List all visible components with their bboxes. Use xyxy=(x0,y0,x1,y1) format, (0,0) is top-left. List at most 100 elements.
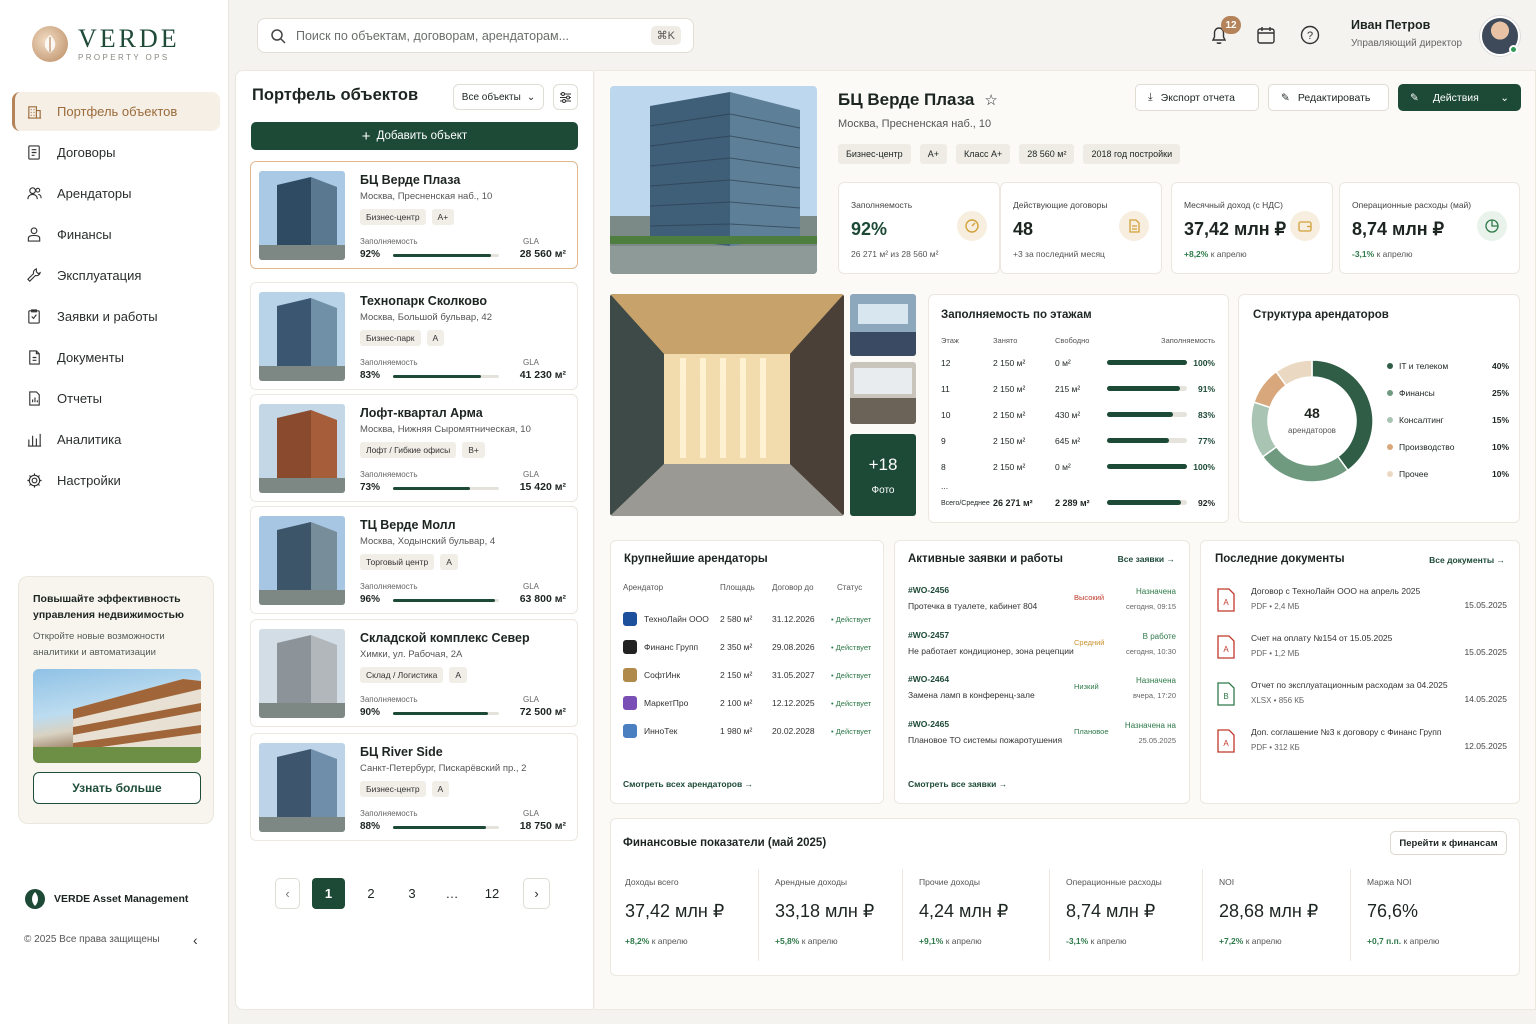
order-id[interactable]: #WO-2456 xyxy=(908,585,949,595)
tenant-status: • Действует xyxy=(831,671,872,680)
object-tags: Бизнес-центр A+ Класс A+ 28 560 м² 2018 год … xyxy=(838,144,1181,164)
gla-value: 28 560 м² xyxy=(519,248,566,260)
object-name: БЦ Верде Плаза xyxy=(360,173,461,187)
legend-label: Прочее xyxy=(1399,469,1429,479)
prev-page-button[interactable]: ‹ xyxy=(275,878,300,909)
object-card[interactable]: БЦ Верде Плаза Москва, Пресненская наб.,… xyxy=(250,161,578,269)
tenant-name[interactable]: МаркетПро xyxy=(644,698,688,708)
add-object-button[interactable]: + Добавить объект xyxy=(251,122,578,150)
sidebar-item-label: Документы xyxy=(57,350,125,365)
donut-slice-1[interactable] xyxy=(1261,445,1349,483)
sidebar-item-9[interactable]: Настройки xyxy=(12,461,220,500)
tenant-name[interactable]: ИнноТек xyxy=(644,726,677,736)
more-photos-button[interactable]: +18 Фото xyxy=(850,434,916,516)
go-to-finance-button[interactable]: Перейти к финансам xyxy=(1390,831,1507,855)
document-name[interactable]: Отчет по эксплуатационным расходам за 04… xyxy=(1251,680,1448,690)
sidebar-item-6[interactable]: Документы xyxy=(12,338,220,377)
svg-text:A: A xyxy=(1223,739,1229,748)
gallery-main-photo[interactable] xyxy=(610,294,844,516)
more-photos-count: +18 xyxy=(868,454,898,474)
sidebar-item-1[interactable]: Договоры xyxy=(12,133,220,172)
finance-metric[interactable]: NOI 28,68 млн ₽ +7,2% к апрелю xyxy=(1219,877,1318,957)
order-id[interactable]: #WO-2464 xyxy=(908,674,949,684)
object-type-tag: Бизнес-центр xyxy=(360,209,426,225)
kpi-card[interactable]: Месячный доход (с НДС) 37,42 млн ₽ +8,2%… xyxy=(1171,182,1333,274)
gla-value: 41 230 м² xyxy=(519,369,566,381)
finance-delta: -3,1% xyxy=(1066,936,1089,946)
page-1[interactable]: 1 xyxy=(312,878,345,909)
sidebar-item-2[interactable]: Арендаторы xyxy=(12,174,220,213)
sidebar-item-7[interactable]: Отчеты xyxy=(12,379,220,418)
document-icon xyxy=(29,350,40,365)
object-card[interactable]: ТЦ Верде Молл Москва, Ходынский бульвар,… xyxy=(250,506,578,614)
pdf-file-icon: A xyxy=(1217,729,1235,753)
gallery-thumb-2[interactable] xyxy=(850,362,916,424)
finance-sub: к апрелю xyxy=(651,936,688,946)
sidebar-item-4[interactable]: Эксплуатация xyxy=(12,256,220,295)
finance-label: Маржа NOI xyxy=(1367,877,1412,887)
view-all-orders-link[interactable]: Смотреть все заявки → xyxy=(908,779,1007,789)
user-menu[interactable]: Иван Петров Управляющий директор xyxy=(1351,18,1462,49)
order-id[interactable]: #WO-2465 xyxy=(908,719,949,729)
page-2[interactable]: 2 xyxy=(360,878,382,909)
search-bar[interactable]: Поиск по объектам, договорам, арендатора… xyxy=(257,18,694,53)
objects-filter-select[interactable]: Все объекты ⌄ xyxy=(453,84,544,110)
sidebar-item-5[interactable]: Заявки и работы xyxy=(12,297,220,336)
object-class-tag: B+ xyxy=(462,442,485,458)
finance-metric[interactable]: Доходы всего 37,42 млн ₽ +8,2% к апрелю xyxy=(625,877,724,957)
sidebar-item-0[interactable]: Портфель объектов xyxy=(12,92,220,131)
tenant-name[interactable]: СофтИнк xyxy=(644,670,680,680)
object-hero-image[interactable] xyxy=(610,86,817,274)
collapse-sidebar-icon[interactable]: ‹ xyxy=(193,932,198,948)
edit-label: Редактировать xyxy=(1297,91,1371,104)
order-priority: Средний xyxy=(1074,637,1105,647)
export-report-button[interactable]: ⤓ Экспорт отчета xyxy=(1135,84,1259,111)
object-card[interactable]: Технопарк Сколково Москва, Большой бульв… xyxy=(250,282,578,390)
star-icon[interactable]: ☆ xyxy=(984,91,997,109)
page-3[interactable]: 3 xyxy=(401,878,423,909)
occupancy-value: 88% xyxy=(360,821,381,832)
brand-logo[interactable]: VERDE PROPERTY OPS xyxy=(32,26,180,62)
actions-button[interactable]: ✎ Действия ⌄ xyxy=(1398,84,1521,111)
gallery-thumb-1[interactable] xyxy=(850,294,916,356)
tenant-name[interactable]: Финанс Групп xyxy=(644,642,698,652)
object-type-tag: Лофт / Гибкие офисы xyxy=(360,442,457,458)
document-name[interactable]: Договор с ТехноЛайн ООО на апрель 2025 xyxy=(1251,586,1420,596)
document-name[interactable]: Счет на оплату №154 от 15.05.2025 xyxy=(1251,633,1392,643)
edit-button[interactable]: ✎ Редактировать xyxy=(1268,84,1389,111)
finance-metric[interactable]: Операционные расходы 8,74 млн ₽ -3,1% к … xyxy=(1066,877,1162,957)
object-card[interactable]: БЦ River Side Санкт-Петербург, Пискарёвс… xyxy=(250,733,578,841)
kpi-card[interactable]: Операционные расходы (май) 8,74 млн ₽ -3… xyxy=(1339,182,1520,274)
tenant-name[interactable]: ТехноЛайн ООО xyxy=(644,614,709,624)
object-card[interactable]: Складской комплекс Север Химки, ул. Рабо… xyxy=(250,619,578,727)
top-tenants-title: Крупнейшие арендаторы xyxy=(624,553,768,565)
finance-metric[interactable]: Прочие доходы 4,24 млн ₽ +9,1% к апрелю xyxy=(919,877,1008,957)
calendar-icon[interactable] xyxy=(1255,24,1277,46)
order-id[interactable]: #WO-2457 xyxy=(908,630,949,640)
legend-pct: 15% xyxy=(1491,415,1509,425)
help-icon[interactable]: ? xyxy=(1299,24,1321,46)
floor-occupied: 2 150 м² xyxy=(993,358,1026,368)
legend-pct: 40% xyxy=(1491,361,1509,371)
search-input[interactable]: Поиск по объектам, договорам, арендатора… xyxy=(296,29,569,43)
all-documents-link[interactable]: Все документы → xyxy=(1429,555,1505,565)
page-12[interactable]: 12 xyxy=(480,878,504,909)
kpi-card[interactable]: Заполняемость 92% 26 271 м² из 28 560 м² xyxy=(838,182,1000,274)
kpi-sub: к апрелю xyxy=(1376,249,1413,259)
tenant-status: • Действует xyxy=(831,643,872,652)
view-all-tenants-link[interactable]: Смотреть всех арендаторов → xyxy=(623,779,753,789)
sidebar-item-8[interactable]: Аналитика xyxy=(12,420,220,459)
actions-label: Действия xyxy=(1432,91,1479,104)
next-page-button[interactable]: › xyxy=(523,878,550,909)
kpi-sub: 26 271 м² из 28 560 м² xyxy=(851,249,939,259)
finance-metric[interactable]: Арендные доходы 33,18 млн ₽ +5,8% к апре… xyxy=(775,877,874,957)
finance-metric[interactable]: Маржа NOI 76,6% +0,7 п.п. к апрелю xyxy=(1367,877,1439,957)
learn-more-button[interactable]: Узнать больше xyxy=(33,772,201,804)
tenant-header: Арендатор xyxy=(623,583,664,592)
filter-settings-icon[interactable] xyxy=(553,84,578,110)
all-orders-link[interactable]: Все заявки → xyxy=(1118,554,1175,564)
sidebar-item-3[interactable]: Финансы xyxy=(12,215,220,254)
document-name[interactable]: Доп. соглашение №3 к договору с Финанс Г… xyxy=(1251,727,1441,737)
kpi-card[interactable]: Действующие договоры 48 +3 за последний … xyxy=(1000,182,1162,274)
object-card[interactable]: Лофт-квартал Арма Москва, Нижняя Сыромят… xyxy=(250,394,578,502)
